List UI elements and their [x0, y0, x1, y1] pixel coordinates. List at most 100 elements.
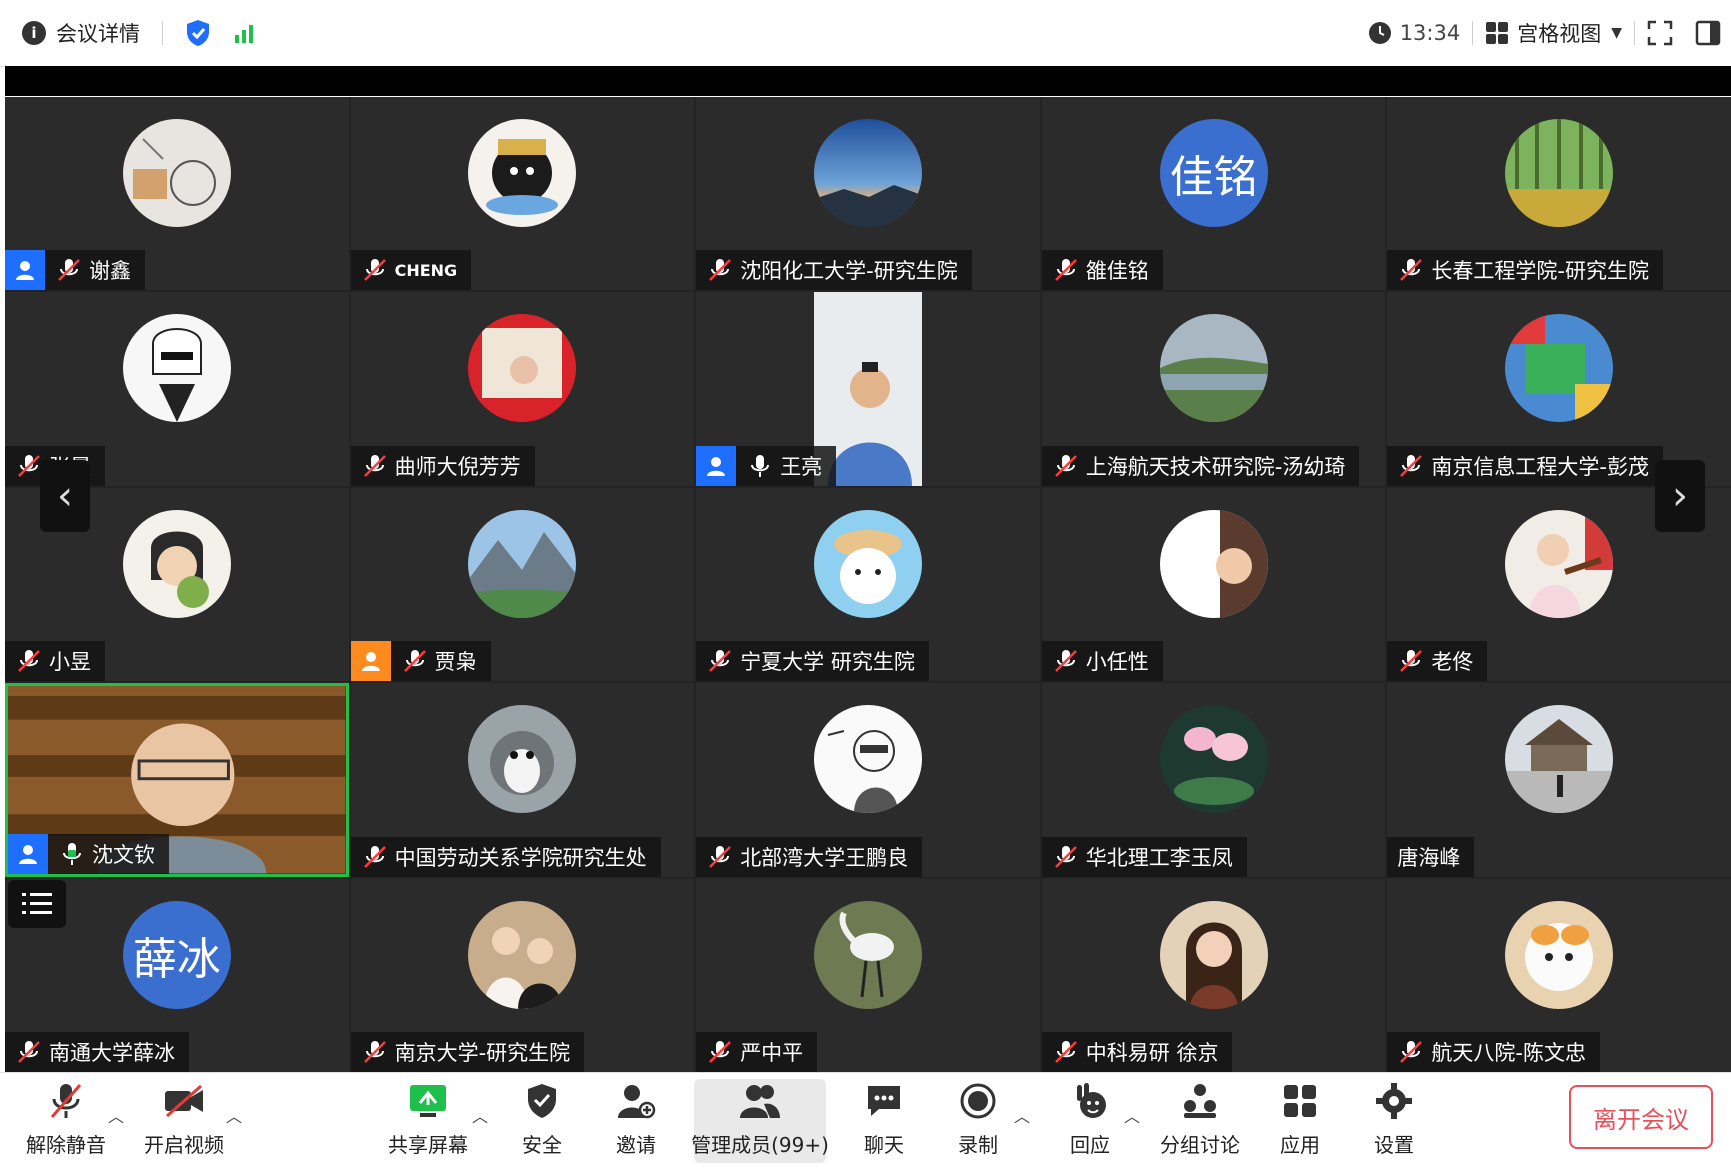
participant-tile-active-speaker[interactable]: 沈文钦: [5, 683, 349, 877]
participant-name: 航天八院-陈文忠: [1431, 1040, 1586, 1065]
start-video-label: 开启视频: [144, 1133, 224, 1157]
participant-tile[interactable]: 小任性: [1041, 487, 1386, 682]
participant-tile[interactable]: 中国劳动关系学院研究生处: [350, 683, 695, 877]
participant-avatar: [122, 119, 231, 227]
divider: [1472, 21, 1474, 45]
apps-button[interactable]: 应用: [1278, 1079, 1322, 1163]
view-mode-select[interactable]: 宫格视图: [1517, 18, 1601, 48]
leave-meeting-button[interactable]: 离开会议: [1569, 1085, 1713, 1149]
mic-muted-icon: [363, 259, 386, 282]
sidebar-toggle-icon[interactable]: [1695, 20, 1721, 46]
participant-tile[interactable]: 沈阳化工大学-研究生院: [696, 97, 1040, 291]
participant-tile[interactable]: 中科易研 徐京: [1041, 878, 1386, 1072]
video-options-caret-icon[interactable]: ︿: [226, 1103, 242, 1127]
participant-name-tag: CHENG: [350, 250, 472, 291]
chat-button[interactable]: 聊天: [862, 1079, 906, 1163]
mic-muted-icon: [1054, 650, 1077, 673]
mic-muted-icon: [403, 650, 426, 673]
participant-name: 严中平: [740, 1040, 804, 1065]
participant-name: 南京信息工程大学-彭茂: [1431, 454, 1649, 479]
share-options-caret-icon[interactable]: ︿: [472, 1103, 488, 1127]
signal-strength-icon[interactable]: [233, 21, 259, 45]
participant-tile[interactable]: 严中平: [696, 878, 1040, 1072]
participant-name-tag: 王亮: [696, 445, 837, 486]
breakout-rooms-icon: [1184, 1084, 1216, 1118]
fullscreen-icon[interactable]: [1647, 20, 1673, 46]
participant-tile[interactable]: 南京信息工程大学-彭茂: [1387, 292, 1731, 486]
participant-tile[interactable]: CHENG: [350, 97, 695, 291]
meeting-toolbar: 解除静音 ︿ 开启视频 ︿ 共享屏幕 ︿ 安全 邀请 管理成员(99+) 聊天 …: [0, 1072, 1731, 1169]
chevron-down-icon[interactable]: ▼: [1611, 25, 1622, 41]
participant-tile[interactable]: 唐海峰: [1387, 683, 1731, 877]
participant-tile[interactable]: 上海航天技术研究院-汤幼琦: [1041, 292, 1386, 486]
previous-page-button[interactable]: ‹: [40, 460, 90, 532]
participant-avatar: [122, 509, 231, 618]
security-button[interactable]: 安全: [520, 1079, 564, 1163]
react-button[interactable]: 回应: [1068, 1079, 1112, 1163]
mic-muted-icon: [1400, 454, 1423, 477]
settings-button[interactable]: 设置: [1372, 1079, 1416, 1163]
mic-muted-icon: [1400, 650, 1423, 673]
gear-icon: [1376, 1083, 1412, 1119]
participant-name-tag: 宁夏大学 研究生院: [696, 641, 929, 682]
next-page-button[interactable]: ›: [1655, 460, 1705, 532]
invite-button[interactable]: 邀请: [614, 1079, 658, 1163]
participant-name: 雒佳铭: [1085, 259, 1149, 284]
participant-tile[interactable]: 北部湾大学王鹏良: [696, 683, 1040, 877]
breakout-rooms-button[interactable]: 分组讨论: [1160, 1079, 1240, 1163]
participant-name: 中国劳动关系学院研究生处: [394, 845, 647, 870]
participant-name: 北部湾大学王鹏良: [740, 845, 909, 870]
shield-check-icon[interactable]: [185, 19, 211, 47]
participant-name-tag: 上海航天技术研究院-汤幼琦: [1041, 445, 1360, 486]
mic-muted-icon: [363, 845, 386, 868]
participant-tile[interactable]: 王亮: [696, 292, 1040, 486]
participant-tile[interactable]: 谢鑫: [5, 97, 349, 291]
participant-tile[interactable]: 南京大学-研究生院: [350, 878, 695, 1072]
participant-name: 宁夏大学 研究生院: [740, 650, 915, 675]
hand-wave-icon: [1077, 1083, 1106, 1118]
participant-avatar: [468, 900, 577, 1009]
divider: [162, 21, 163, 45]
record-button[interactable]: 录制: [956, 1079, 1000, 1163]
participant-tile[interactable]: 航天八院-陈文忠: [1387, 878, 1731, 1072]
record-label: 录制: [958, 1133, 998, 1157]
mic-muted-icon: [709, 1040, 732, 1063]
unmute-options-caret-icon[interactable]: ︿: [108, 1103, 124, 1127]
apps-label: 应用: [1280, 1133, 1320, 1157]
participant-tile[interactable]: 贾枭: [350, 487, 695, 682]
mic-muted-icon: [709, 259, 732, 282]
participant-avatar: [813, 509, 922, 618]
manage-members-button[interactable]: 管理成员(99+): [691, 1079, 829, 1163]
info-icon[interactable]: i: [22, 21, 46, 45]
participant-list-toggle-button[interactable]: [8, 880, 66, 928]
mic-muted-icon: [18, 650, 40, 673]
unmute-label: 解除静音: [26, 1133, 106, 1157]
divider: [1634, 21, 1635, 45]
meeting-details-link[interactable]: 会议详情: [56, 18, 140, 48]
participant-name-tag: 雒佳铭: [1041, 250, 1163, 291]
record-options-caret-icon[interactable]: ︿: [1014, 1103, 1030, 1127]
react-options-caret-icon[interactable]: ︿: [1124, 1103, 1140, 1127]
participant-avatar: 薛冰: [122, 900, 231, 1009]
participant-tile[interactable]: 曲师大倪芳芳: [350, 292, 695, 486]
participant-tile[interactable]: 华北理工李玉凤: [1041, 683, 1386, 877]
participant-name: 长春工程学院-研究生院: [1431, 259, 1649, 284]
shield-icon: [528, 1084, 556, 1118]
participant-tile[interactable]: 长春工程学院-研究生院: [1387, 97, 1731, 291]
grid-view-icon[interactable]: [1485, 21, 1509, 45]
record-icon: [960, 1083, 996, 1119]
participant-tile[interactable]: 张晨: [5, 292, 349, 486]
unmute-button[interactable]: 解除静音: [26, 1079, 106, 1163]
mic-muted-icon: [58, 259, 80, 282]
share-screen-button[interactable]: 共享屏幕: [388, 1079, 468, 1163]
participant-tile[interactable]: 宁夏大学 研究生院: [696, 487, 1040, 682]
start-video-button[interactable]: 开启视频: [144, 1079, 224, 1163]
participant-name-tag: 小任性: [1041, 641, 1163, 682]
participant-name: 王亮: [780, 454, 823, 479]
apps-grid-icon: [1284, 1085, 1316, 1117]
participant-name-tag: 沈文钦: [8, 833, 169, 874]
mic-muted-icon: [50, 1084, 82, 1118]
participant-tile[interactable]: 佳铭 雒佳铭: [1041, 97, 1386, 291]
breakout-rooms-label: 分组讨论: [1160, 1133, 1240, 1157]
add-user-icon: [618, 1085, 656, 1119]
